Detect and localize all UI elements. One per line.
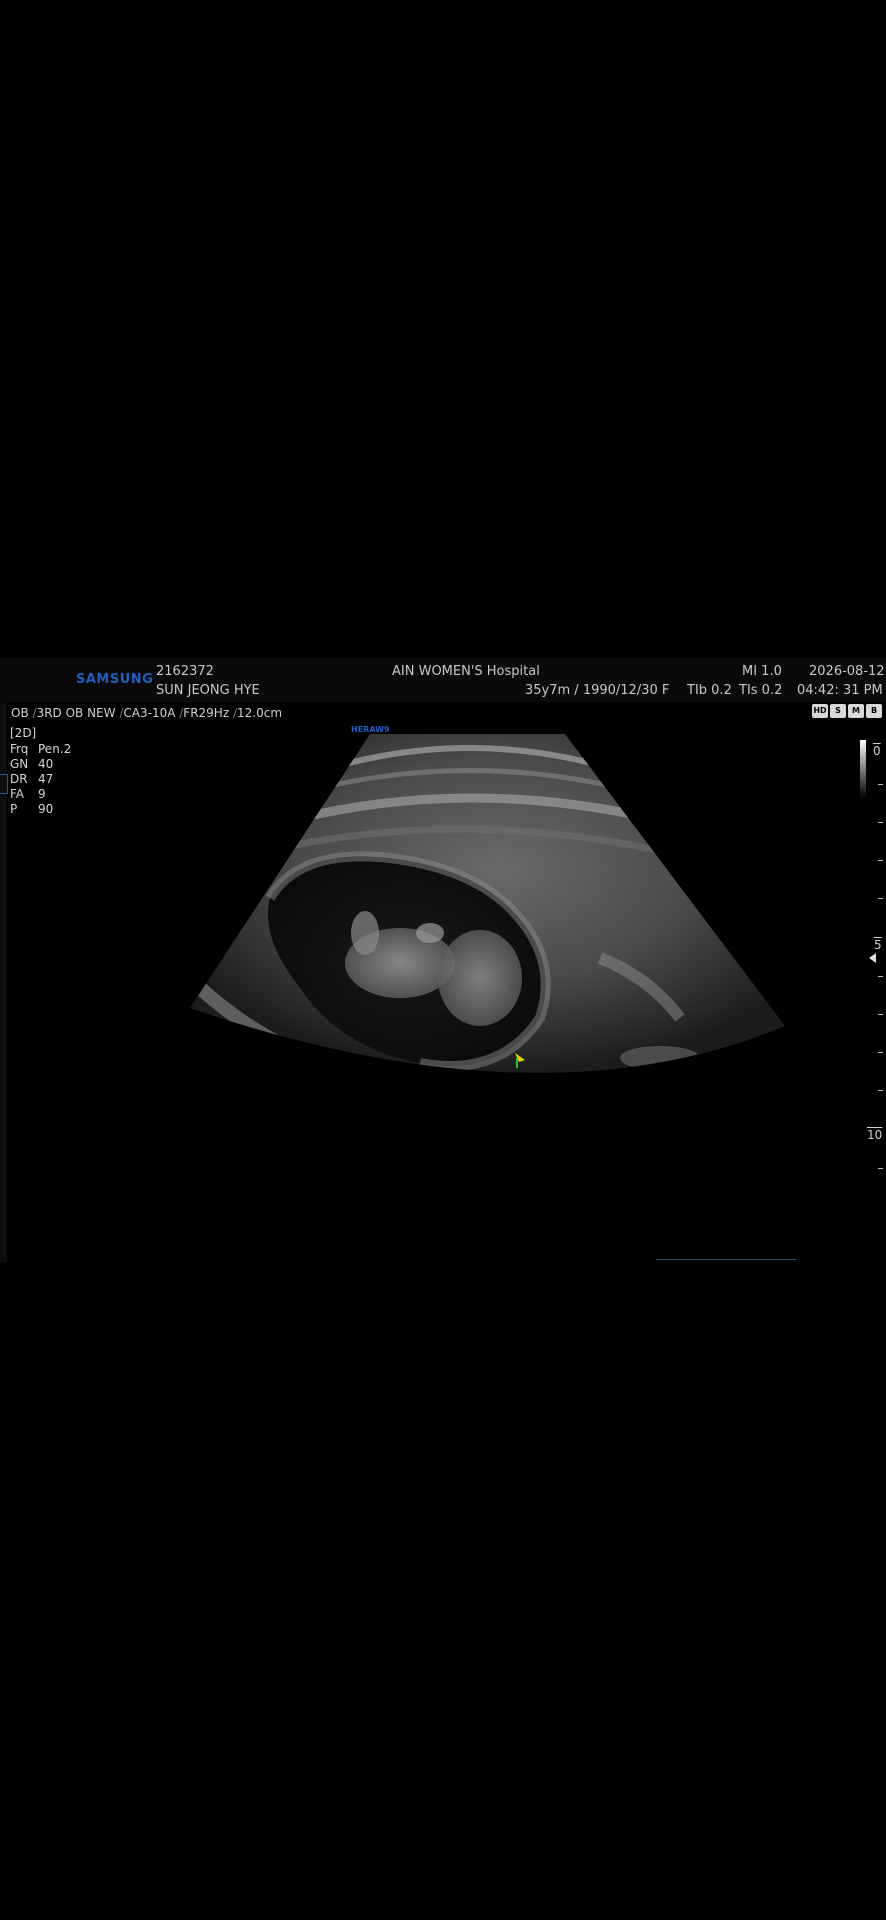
depth-tick [878, 1014, 883, 1015]
depth-label-5: 5 [874, 938, 882, 952]
depth-tick [878, 1090, 883, 1091]
depth-tick [878, 784, 883, 785]
grayscale-bar [860, 740, 866, 798]
bottom-status-strip [630, 1256, 850, 1262]
depth-tick [878, 976, 883, 977]
ultrasound-screen: SAMSUNG 2162372 SUN JEONG HYE AIN WOMEN'… [0, 658, 886, 1262]
cine-bar [656, 1259, 796, 1260]
focus-marker-icon [869, 953, 876, 963]
depth-label-0: 0 [873, 744, 881, 758]
depth-label-10: 10 [867, 1128, 883, 1142]
ultrasound-sector-image [190, 734, 785, 1073]
depth-tick [878, 822, 883, 823]
depth-tick [878, 1168, 883, 1169]
depth-tick [878, 860, 883, 861]
depth-tick [878, 898, 883, 899]
depth-tick [878, 1052, 883, 1053]
